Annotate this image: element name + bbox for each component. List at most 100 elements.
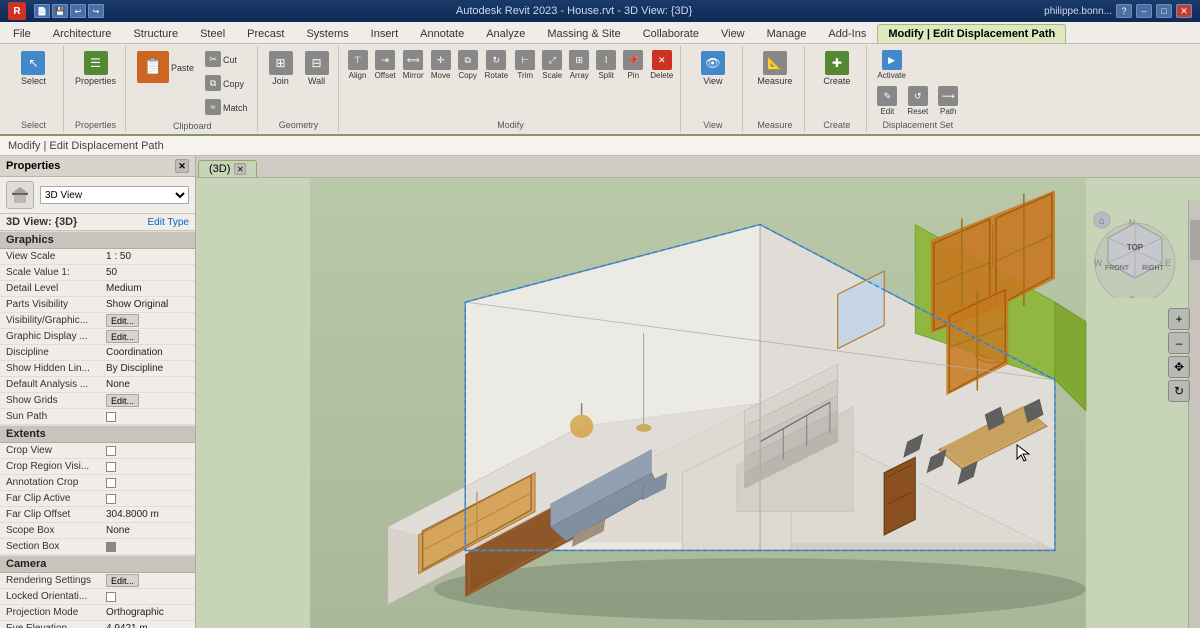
prop-sun-path: Sun Path <box>0 409 195 425</box>
tab-file[interactable]: File <box>2 24 42 43</box>
view-name-text: 3D View: {3D} <box>6 216 147 228</box>
tab-structure[interactable]: Structure <box>122 24 189 43</box>
tab-analyze[interactable]: Analyze <box>475 24 536 43</box>
measure-icon: 📐 <box>763 51 787 75</box>
close-btn[interactable]: ✕ <box>1176 4 1192 18</box>
tab-systems[interactable]: Systems <box>295 24 359 43</box>
house-3d-view <box>196 178 1200 628</box>
section-camera: Camera <box>0 555 195 573</box>
disp-edit-btn[interactable]: ✎ Edit <box>873 84 901 118</box>
view-type-select[interactable]: 3D View <box>40 186 189 204</box>
visibility-edit-btn[interactable]: Edit... <box>106 314 139 327</box>
minimize-btn[interactable]: – <box>1136 4 1152 18</box>
measure-btn[interactable]: 📐 Measure <box>752 48 797 89</box>
edit-type-btn[interactable]: Edit Type <box>147 217 189 228</box>
navigation-controls: + – ✥ ↻ <box>1168 308 1190 402</box>
copy-ribbon-btn[interactable]: ⧉ Copy <box>200 72 253 95</box>
properties-close-btn[interactable]: ✕ <box>175 159 189 173</box>
title-bar: R 📄 💾 ↩ ↪ Autodesk Revit 2023 - House.rv… <box>0 0 1200 22</box>
array-btn[interactable]: ⊞ Array <box>566 48 592 82</box>
tab-collaborate[interactable]: Collaborate <box>632 24 710 43</box>
tab-massing[interactable]: Massing & Site <box>536 24 631 43</box>
file-btn[interactable]: 📄 <box>34 4 50 18</box>
tab-steel[interactable]: Steel <box>189 24 236 43</box>
disp-path-icon: ⟿ <box>938 86 958 106</box>
ribbon-group-select: ↖ Select Select <box>4 46 64 132</box>
move-btn[interactable]: ✛ Move <box>428 48 454 82</box>
graphic-display-edit-btn[interactable]: Edit... <box>106 330 139 343</box>
scale-btn[interactable]: ⤢ Scale <box>539 48 565 82</box>
viewport-tab-3d[interactable]: (3D) ✕ <box>198 160 257 177</box>
match-btn[interactable]: ≈ Match <box>200 96 253 119</box>
viewport[interactable]: (3D) ✕ <box>196 156 1200 628</box>
undo-btn[interactable]: ↩ <box>70 4 86 18</box>
join-btn[interactable]: ⊞ Join <box>264 48 298 89</box>
quick-access-toolbar: 📄 💾 ↩ ↪ <box>34 4 104 18</box>
user-info[interactable]: philippe.bonn... <box>1044 6 1112 17</box>
split-btn[interactable]: ⌇ Split <box>593 48 619 82</box>
create-group-label: Create <box>823 120 850 130</box>
ribbon-group-displacement: ▶ Activate ✎ Edit ↺ Reset ⟿ Path Disp <box>869 46 966 132</box>
prop-eye-elevation: Eye Elevation 4.9421 m <box>0 621 195 628</box>
section-box-checkbox[interactable] <box>106 542 116 552</box>
help-btn[interactable]: ? <box>1116 4 1132 18</box>
disp-path-btn[interactable]: ⟿ Path <box>934 84 962 118</box>
sun-path-checkbox[interactable] <box>106 412 116 422</box>
activate-btn[interactable]: ▶ Activate <box>873 48 909 82</box>
annotation-crop-checkbox[interactable] <box>106 478 116 488</box>
pin-btn[interactable]: 📌 Pin <box>620 48 646 82</box>
rendering-edit-btn[interactable]: Edit... <box>106 574 139 587</box>
prop-far-clip-offset: Far Clip Offset 304.8000 m <box>0 507 195 523</box>
properties-ribbon-btn[interactable]: ☰ Properties <box>70 48 121 89</box>
view-ribbon-btn[interactable]: 👁 View <box>696 48 730 89</box>
vertical-scrollbar[interactable] <box>1188 200 1200 628</box>
ribbon-tabs: File Architecture Structure Steel Precas… <box>0 22 1200 44</box>
cut-icon: ✂ <box>205 51 221 67</box>
rotate-btn[interactable]: ↻ Rotate <box>482 48 512 82</box>
crop-view-checkbox[interactable] <box>106 446 116 456</box>
save-btn[interactable]: 💾 <box>52 4 68 18</box>
orbit-btn[interactable]: ↻ <box>1168 380 1190 402</box>
select-btn[interactable]: ↖ Select <box>16 48 51 89</box>
tab-manage[interactable]: Manage <box>756 24 818 43</box>
offset-btn[interactable]: ⇥ Offset <box>372 48 399 82</box>
restore-btn[interactable]: □ <box>1156 4 1172 18</box>
trim-btn[interactable]: ⊢ Trim <box>512 48 538 82</box>
tab-view[interactable]: View <box>710 24 756 43</box>
app-icon[interactable]: R <box>8 2 26 20</box>
wall-joins-btn[interactable]: ⊟ Wall <box>300 48 334 89</box>
far-clip-checkbox[interactable] <box>106 494 116 504</box>
show-grids-edit-btn[interactable]: Edit... <box>106 394 139 407</box>
tab-addins[interactable]: Add-Ins <box>817 24 877 43</box>
tab-precast[interactable]: Precast <box>236 24 295 43</box>
align-btn[interactable]: ⊤ Align <box>345 48 371 82</box>
title-bar-left: R 📄 💾 ↩ ↪ <box>8 2 104 20</box>
properties-scroll[interactable]: Graphics View Scale 1 : 50 Scale Value 1… <box>0 231 195 628</box>
tab-insert[interactable]: Insert <box>360 24 410 43</box>
viewport-tab-close-btn[interactable]: ✕ <box>234 163 246 175</box>
zoom-out-btn[interactable]: – <box>1168 332 1190 354</box>
prop-default-analysis: Default Analysis ... None <box>0 377 195 393</box>
mirror-pl-btn[interactable]: ⟺ Mirror <box>400 48 427 82</box>
displacement-group-label: Displacement Set <box>883 120 954 130</box>
copy-modify-btn[interactable]: ⧉ Copy <box>455 48 481 82</box>
ribbon-group-properties: ☰ Properties Properties <box>66 46 126 132</box>
zoom-in-btn[interactable]: + <box>1168 308 1190 330</box>
paste-btn[interactable]: 📋 Paste <box>132 48 199 87</box>
delete-btn[interactable]: ✕ Delete <box>647 48 676 82</box>
tab-modify[interactable]: Modify | Edit Displacement Path <box>877 24 1066 43</box>
tab-architecture[interactable]: Architecture <box>42 24 123 43</box>
tab-annotate[interactable]: Annotate <box>409 24 475 43</box>
disp-reset-btn[interactable]: ↺ Reset <box>903 84 932 118</box>
svg-text:TOP: TOP <box>1127 243 1144 252</box>
pan-btn[interactable]: ✥ <box>1168 356 1190 378</box>
redo-btn[interactable]: ↪ <box>88 4 104 18</box>
cut-btn[interactable]: ✂ Cut <box>200 48 253 71</box>
crop-region-checkbox[interactable] <box>106 462 116 472</box>
viewcube[interactable]: N S W E TOP FRONT RIGHT <box>1090 208 1180 298</box>
svg-text:E: E <box>1165 258 1171 268</box>
offset-icon: ⇥ <box>375 50 395 70</box>
locked-orientation-checkbox[interactable] <box>106 592 116 602</box>
create-ribbon-btn[interactable]: ✚ Create <box>818 48 855 89</box>
delete-icon: ✕ <box>652 50 672 70</box>
